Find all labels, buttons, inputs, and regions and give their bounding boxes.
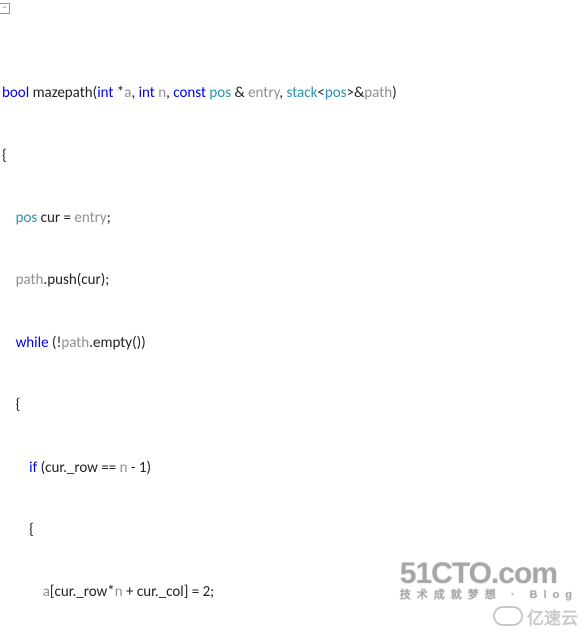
code-line: a[cur._row*n + cur._col] = 2; [2, 582, 586, 603]
code-editor[interactable]: − bool mazepath(int *a, int n, const pos… [0, 0, 586, 636]
code-line: while (!path.empty()) [2, 333, 586, 354]
code-line: pos cur = entry; [2, 208, 586, 229]
code-line: { [2, 146, 586, 167]
code-line: bool mazepath(int *a, int n, const pos &… [2, 83, 586, 104]
code-line: if (cur._row == n - 1) [2, 458, 586, 479]
code-line: { [2, 520, 586, 541]
fold-icon[interactable]: − [0, 3, 10, 14]
code-line: path.push(cur); [2, 270, 586, 291]
code-line: { [2, 395, 586, 416]
